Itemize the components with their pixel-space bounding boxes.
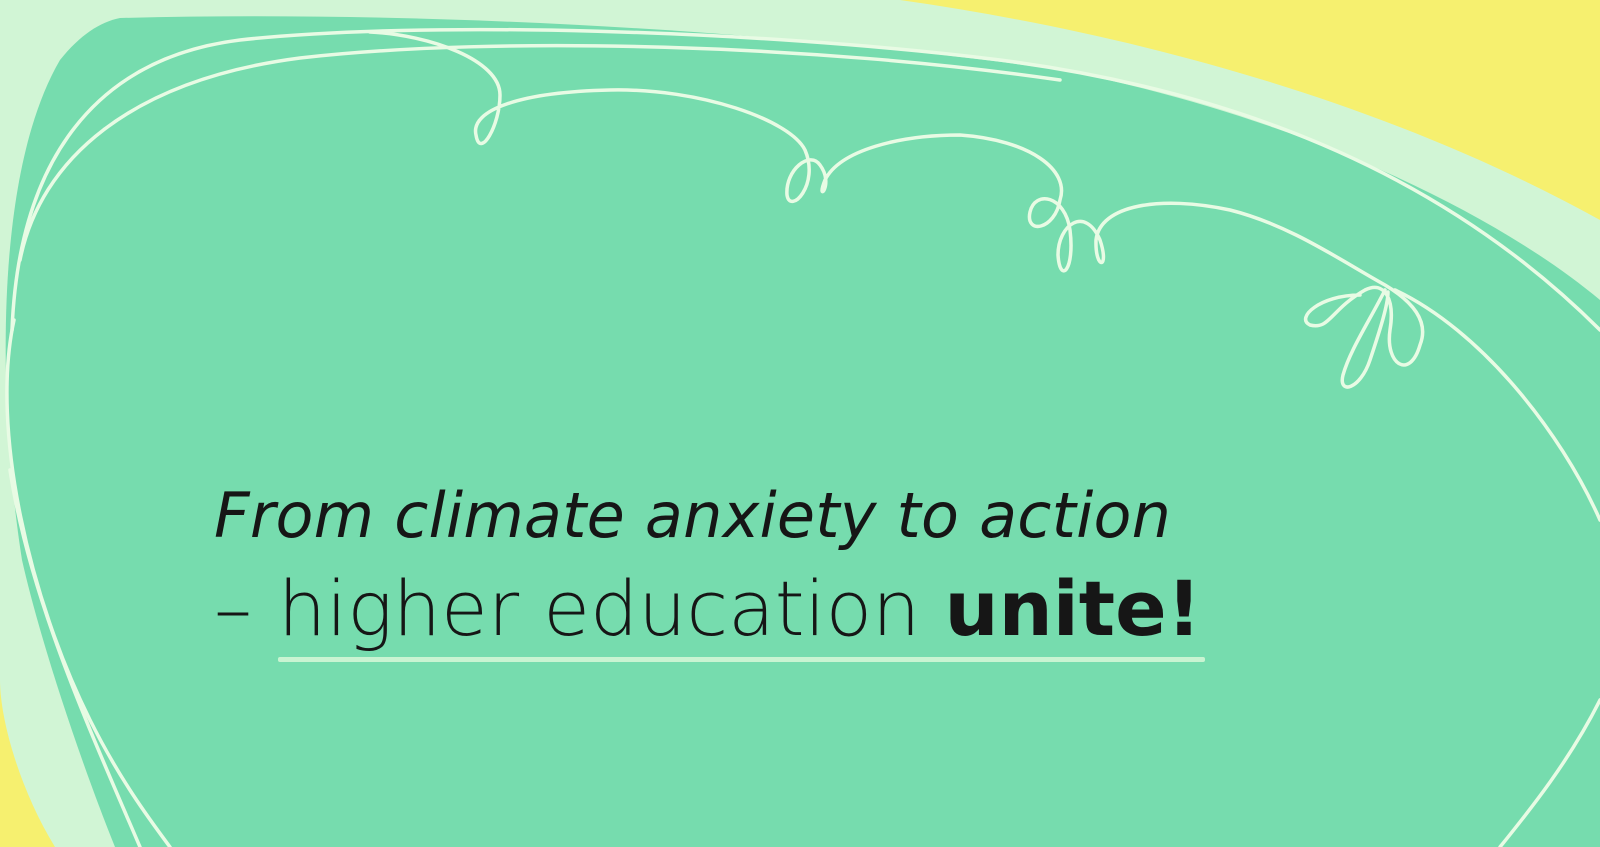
headline-bold-text: unite! xyxy=(944,564,1202,653)
headline-dash: – xyxy=(214,564,252,653)
headline: From climate anxiety to action – higher e… xyxy=(214,476,1414,662)
headline-underlined-phrase: higher education unite! xyxy=(278,556,1206,662)
headline-line-2: – higher education unite! xyxy=(214,556,1414,662)
background-art xyxy=(0,0,1600,847)
headline-line-1: From climate anxiety to action xyxy=(214,479,1172,552)
hero-banner: From climate anxiety to action – higher e… xyxy=(0,0,1600,847)
headline-regular-text: higher education xyxy=(278,564,921,653)
